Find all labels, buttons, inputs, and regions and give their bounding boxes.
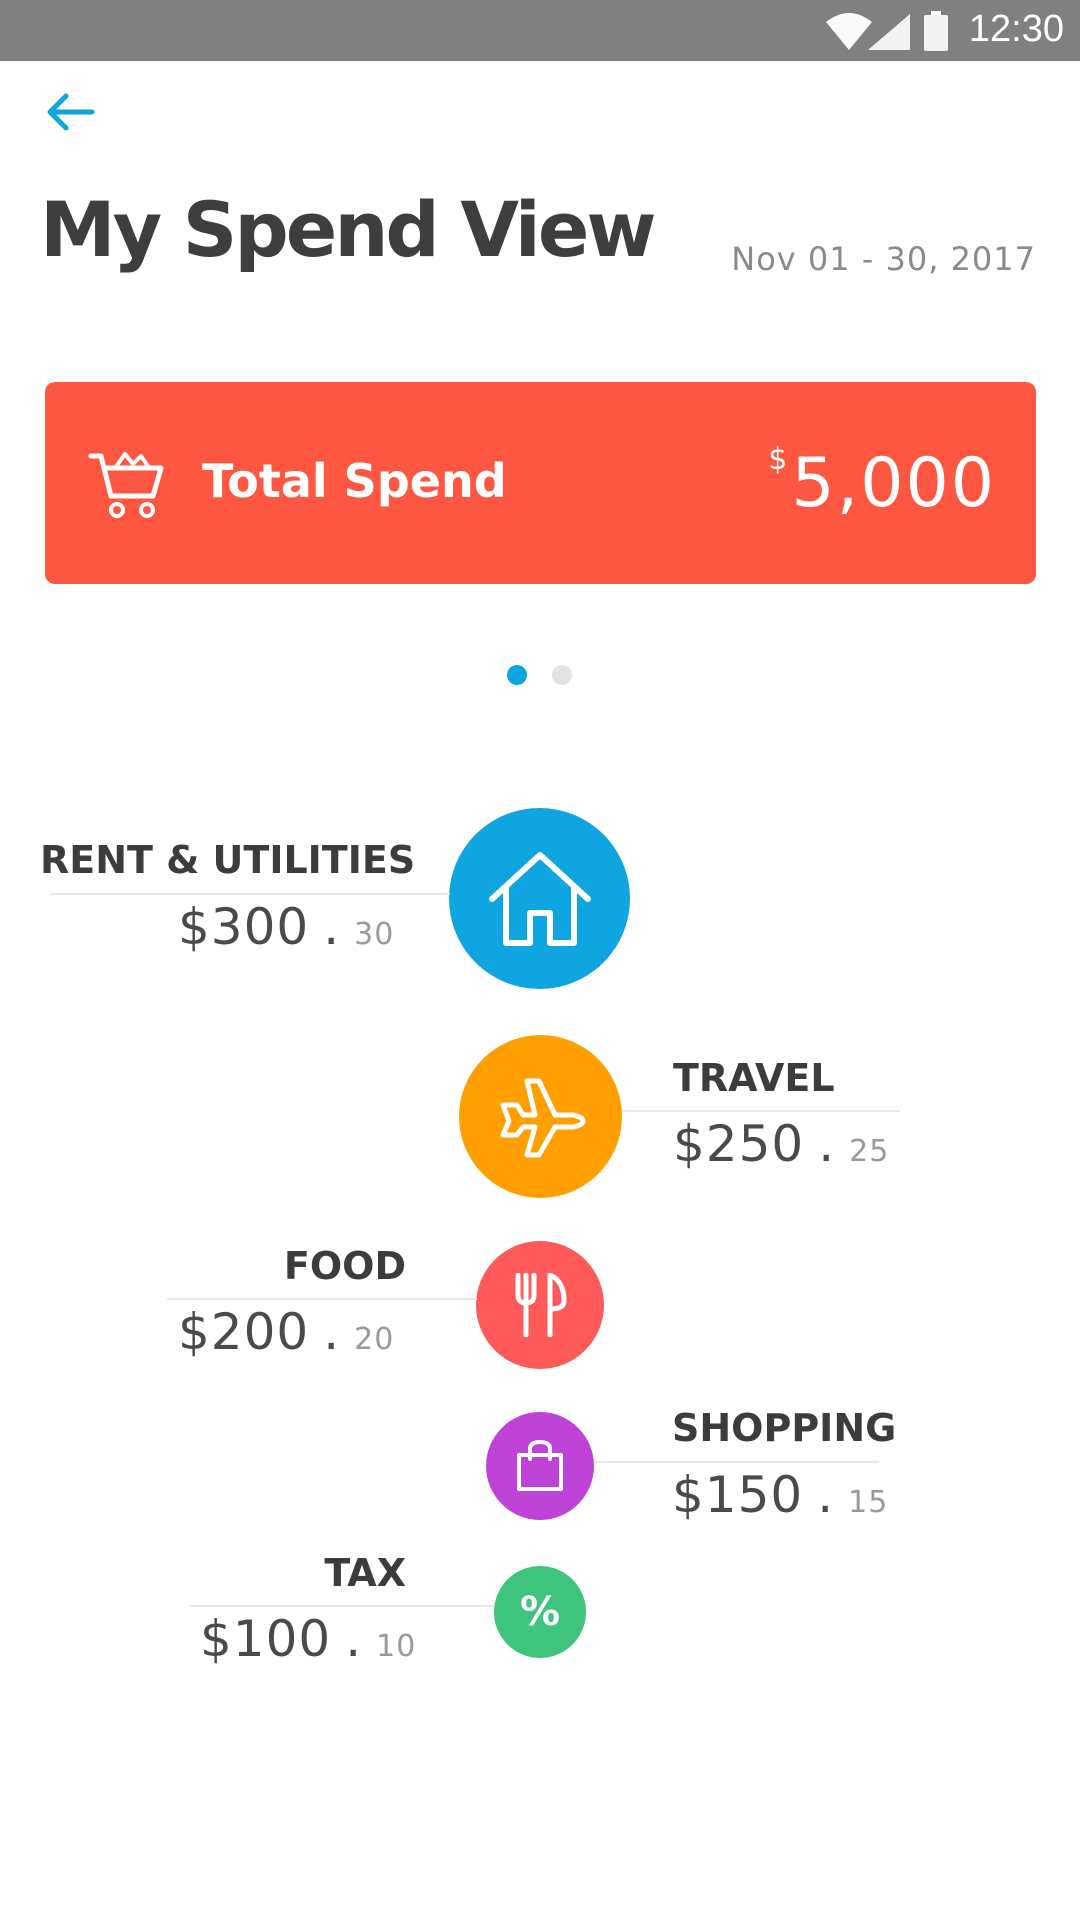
category-amount: $200. 20 — [178, 1303, 394, 1361]
currency-symbol: $ — [768, 442, 790, 477]
page-dot-1[interactable] — [507, 665, 527, 685]
amount-dollars: $250 — [673, 1115, 805, 1173]
date-range[interactable]: Nov 01 - 30, 2017 — [731, 240, 1036, 278]
amount-cents: 20 — [354, 1322, 395, 1357]
amount-dollars: $200 — [178, 1303, 310, 1361]
page-title: My Spend View — [40, 185, 657, 274]
category-name: RENT & UTILITIES — [40, 838, 416, 882]
category-name: TAX — [324, 1551, 406, 1595]
total-amount-value: 5,000 — [791, 444, 996, 523]
amount-dollars: $100 — [200, 1610, 332, 1668]
amount-separator: . — [345, 1610, 363, 1668]
tax-bubble[interactable]: % — [494, 1566, 586, 1658]
amount-cents: 15 — [848, 1485, 889, 1520]
amount-dollars: $150 — [672, 1466, 804, 1524]
travel-bubble[interactable] — [459, 1035, 622, 1198]
arrow-left-icon — [47, 93, 95, 131]
page-dot-2[interactable] — [552, 665, 572, 685]
battery-icon — [924, 11, 948, 51]
category-name: SHOPPING — [672, 1406, 897, 1450]
amount-separator: . — [818, 1115, 836, 1173]
category-amount: $100. 10 — [200, 1610, 416, 1668]
signal-icon — [868, 14, 910, 50]
total-spend-amount: $5,000 — [768, 442, 996, 523]
amount-cents: 10 — [376, 1629, 417, 1664]
amount-cents: 30 — [354, 917, 395, 952]
status-time: 12:30 — [968, 8, 1064, 50]
category-amount: $300. 30 — [178, 898, 394, 956]
status-bar: 12:30 — [0, 0, 1080, 61]
total-spend-label: Total Spend — [202, 454, 507, 508]
fork-knife-icon — [515, 1273, 567, 1337]
wifi-icon — [826, 13, 872, 50]
amount-cents: 25 — [849, 1134, 890, 1169]
total-spend-card[interactable]: Total Spend $5,000 — [45, 382, 1036, 584]
house-icon — [488, 851, 591, 946]
airplane-icon — [500, 1078, 585, 1157]
divider — [167, 1298, 477, 1300]
amount-separator: . — [323, 898, 341, 956]
divider — [594, 1461, 879, 1463]
percent-icon: % — [519, 1589, 561, 1635]
shopping-cart-icon — [88, 452, 164, 518]
divider — [190, 1605, 494, 1607]
shopping-bubble[interactable] — [486, 1412, 594, 1520]
divider — [622, 1110, 900, 1112]
amount-separator: . — [323, 1303, 341, 1361]
amount-dollars: $300 — [178, 898, 310, 956]
divider — [50, 893, 450, 895]
rent-utilities-bubble[interactable] — [449, 808, 630, 989]
category-name: TRAVEL — [673, 1056, 835, 1100]
category-amount: $250. 25 — [673, 1115, 889, 1173]
category-amount: $150. 15 — [672, 1466, 888, 1524]
shopping-bag-icon — [517, 1439, 563, 1491]
category-name: FOOD — [283, 1244, 406, 1288]
food-bubble[interactable] — [476, 1241, 604, 1369]
back-button[interactable] — [42, 90, 98, 134]
amount-separator: . — [817, 1466, 835, 1524]
